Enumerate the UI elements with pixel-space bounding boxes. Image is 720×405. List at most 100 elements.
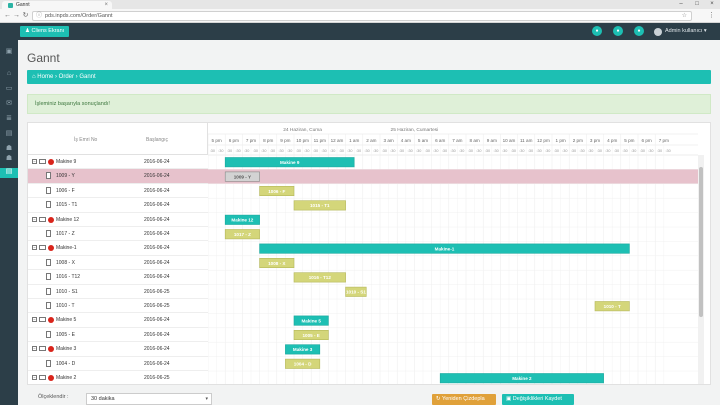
collapse-toggle-icon[interactable]: − xyxy=(32,216,37,222)
hour-tick-label: 6 am xyxy=(435,138,445,143)
browser-tabbar: Gannt × – □ × xyxy=(0,0,720,9)
col-header-start[interactable]: Başlangıç xyxy=(146,137,168,143)
scale-select[interactable]: 30 dakika ▾ xyxy=(86,393,212,405)
sidebar-menu-icon[interactable]: ▣ xyxy=(4,48,14,56)
row-start-date: 2016-06-24 xyxy=(144,346,170,353)
minute-tick-label: :30 xyxy=(579,149,584,153)
table-row[interactable]: − Makine-1 2016-06-24 xyxy=(28,241,208,256)
sidebar-list-icon[interactable]: ≣ xyxy=(4,115,14,123)
scroll-thumb[interactable] xyxy=(699,167,703,317)
minute-tick-label: :30 xyxy=(468,149,473,153)
breadcrumb-home[interactable]: Home xyxy=(37,74,53,80)
collapse-toggle-icon[interactable]: − xyxy=(32,245,37,251)
col-header-name[interactable]: İş Emri No xyxy=(74,137,97,143)
minute-tick-label: :30 xyxy=(296,149,301,153)
hour-tick-label: 4 pm xyxy=(607,138,617,143)
sidebar-home-icon[interactable]: ⌂ xyxy=(4,70,14,78)
collapse-toggle-icon[interactable]: − xyxy=(32,375,37,380)
close-tab-icon[interactable]: × xyxy=(104,2,108,8)
maximize-icon[interactable]: □ xyxy=(690,0,704,8)
chat-icon[interactable]: ● xyxy=(592,26,602,36)
vertical-scrollbar[interactable] xyxy=(698,155,704,384)
address-bar: ← → ↻ ⓘ pds.inpds.com/Order/Gannt ☆ ⋮ xyxy=(0,9,720,23)
table-row[interactable]: − Makine 12 2016-06-24 xyxy=(28,213,208,227)
close-window-icon[interactable]: × xyxy=(705,0,719,8)
browser-tab[interactable]: Gannt × xyxy=(2,1,112,9)
minute-tick-label: :30 xyxy=(253,149,258,153)
hour-tick-label: 3 pm xyxy=(590,138,600,143)
row-start-date: 2016-06-24 xyxy=(144,360,170,367)
gantt-bar-label: 1008 - X xyxy=(268,261,286,266)
browser-menu-icon[interactable]: ⋮ xyxy=(708,12,715,20)
minute-tick-label: :30 xyxy=(433,149,438,153)
table-row[interactable]: 1005 - E 2016-06-24 xyxy=(28,328,208,343)
table-row[interactable]: − Makine 5 2016-06-24 xyxy=(28,313,208,328)
table-row[interactable]: − Makine 9 2016-06-24 xyxy=(28,155,208,170)
url-input[interactable]: ⓘ pds.inpds.com/Order/Gannt ☆ xyxy=(32,11,692,21)
minute-tick-label: :30 xyxy=(244,149,249,153)
day-label: 24 Haziran, Cuma xyxy=(283,127,322,133)
table-row[interactable]: − Makine 2 2016-06-25 xyxy=(28,371,208,384)
folder-icon xyxy=(39,245,46,251)
table-row[interactable]: 1010 - T 2016-06-25 xyxy=(28,299,208,314)
gantt-chart: 24 Haziran, Cuma 25 Haziran, Cumartesi 5 p… xyxy=(208,123,698,384)
breadcrumb-order[interactable]: Order xyxy=(59,74,74,80)
collapse-toggle-icon[interactable]: − xyxy=(32,346,37,352)
client-screen-button[interactable]: ♟ Cliens Ekranı xyxy=(20,26,70,37)
row-start-date: 2016-06-25 xyxy=(144,288,170,295)
messages-icon[interactable]: ● xyxy=(613,26,623,36)
table-row[interactable]: 1009 - Y 2016-06-24 xyxy=(28,169,208,184)
file-icon xyxy=(46,230,51,237)
row-start-date: 2016-06-24 xyxy=(144,173,170,180)
minute-tick-label: :30 xyxy=(485,149,490,153)
hour-tick-label: 12 pm xyxy=(537,138,550,143)
status-dot-icon xyxy=(48,375,54,381)
minute-tick-label: :30 xyxy=(399,149,404,153)
file-icon xyxy=(46,186,51,194)
file-icon xyxy=(46,287,51,295)
table-row[interactable]: 1004 - D 2016-06-24 xyxy=(28,357,208,371)
folder-icon xyxy=(39,317,46,323)
notifications-icon[interactable]: ● xyxy=(634,26,644,36)
collapse-toggle-icon[interactable]: − xyxy=(32,317,37,323)
table-row[interactable]: 1015 - T1 2016-06-24 xyxy=(28,198,208,213)
table-row[interactable]: 1017 - Z 2016-06-24 xyxy=(28,227,208,242)
minute-tick-label: :30 xyxy=(425,149,430,153)
hour-tick-label: 5 pm xyxy=(624,138,634,143)
table-row[interactable]: 1006 - F 2016-06-24 xyxy=(28,184,208,199)
gantt-bar-label: Makine-1 xyxy=(435,246,455,251)
chevron-down-icon: ▾ xyxy=(205,396,208,402)
user-menu[interactable]: Admin kullanıcı ▾ xyxy=(654,27,707,36)
reload-icon[interactable]: ↻ xyxy=(21,12,30,20)
minute-tick-label: :30 xyxy=(442,149,447,153)
row-start-date: 2016-06-24 xyxy=(144,159,170,165)
minute-tick-label: :30 xyxy=(304,149,309,153)
table-row[interactable]: 1016 - T12 2016-06-24 xyxy=(28,270,208,285)
sidebar-users-icon[interactable]: ☗ xyxy=(4,145,14,153)
table-row[interactable]: 1010 - S1 2016-06-25 xyxy=(28,285,208,299)
minute-tick-label: :30 xyxy=(450,149,455,153)
minimize-icon[interactable]: – xyxy=(674,0,688,8)
save-changes-button[interactable]: ▣ Değişiklikleri Kaydet xyxy=(502,394,574,405)
sidebar: ▣ ⌂ ▭ ✉ ≣ ▤ ☗ ☗ ▤ xyxy=(0,40,18,405)
redraw-button[interactable]: ↻ Yeniden Çizdepla xyxy=(432,394,496,405)
table-row[interactable]: − Makine 3 2016-06-24 xyxy=(28,342,208,357)
gantt-bar-label: 1010 - T xyxy=(604,304,621,309)
row-start-date: 2016-06-24 xyxy=(144,259,170,266)
page-info-icon[interactable]: ⓘ xyxy=(36,12,42,20)
bookmark-star-icon[interactable]: ☆ xyxy=(682,12,687,20)
hour-tick-label: 9 am xyxy=(487,138,497,143)
sidebar-archive-icon[interactable]: ▤ xyxy=(4,130,14,138)
table-row[interactable]: 1008 - X 2016-06-24 xyxy=(28,256,208,271)
hour-tick-label: 1 am xyxy=(349,138,359,143)
sidebar-group-icon[interactable]: ☗ xyxy=(4,155,14,163)
back-icon[interactable]: ← xyxy=(3,12,12,20)
sidebar-inbox-icon[interactable]: ✉ xyxy=(4,100,14,108)
row-name: 1004 - D xyxy=(56,360,76,367)
hour-tick-label: 7 pm xyxy=(659,138,669,143)
sidebar-gantt-icon[interactable]: ▤ xyxy=(0,168,18,178)
forward-icon[interactable]: → xyxy=(12,12,21,20)
hour-tick-label: 11 am xyxy=(520,138,533,143)
sidebar-monitor-icon[interactable]: ▭ xyxy=(4,85,14,93)
collapse-toggle-icon[interactable]: − xyxy=(32,159,37,164)
